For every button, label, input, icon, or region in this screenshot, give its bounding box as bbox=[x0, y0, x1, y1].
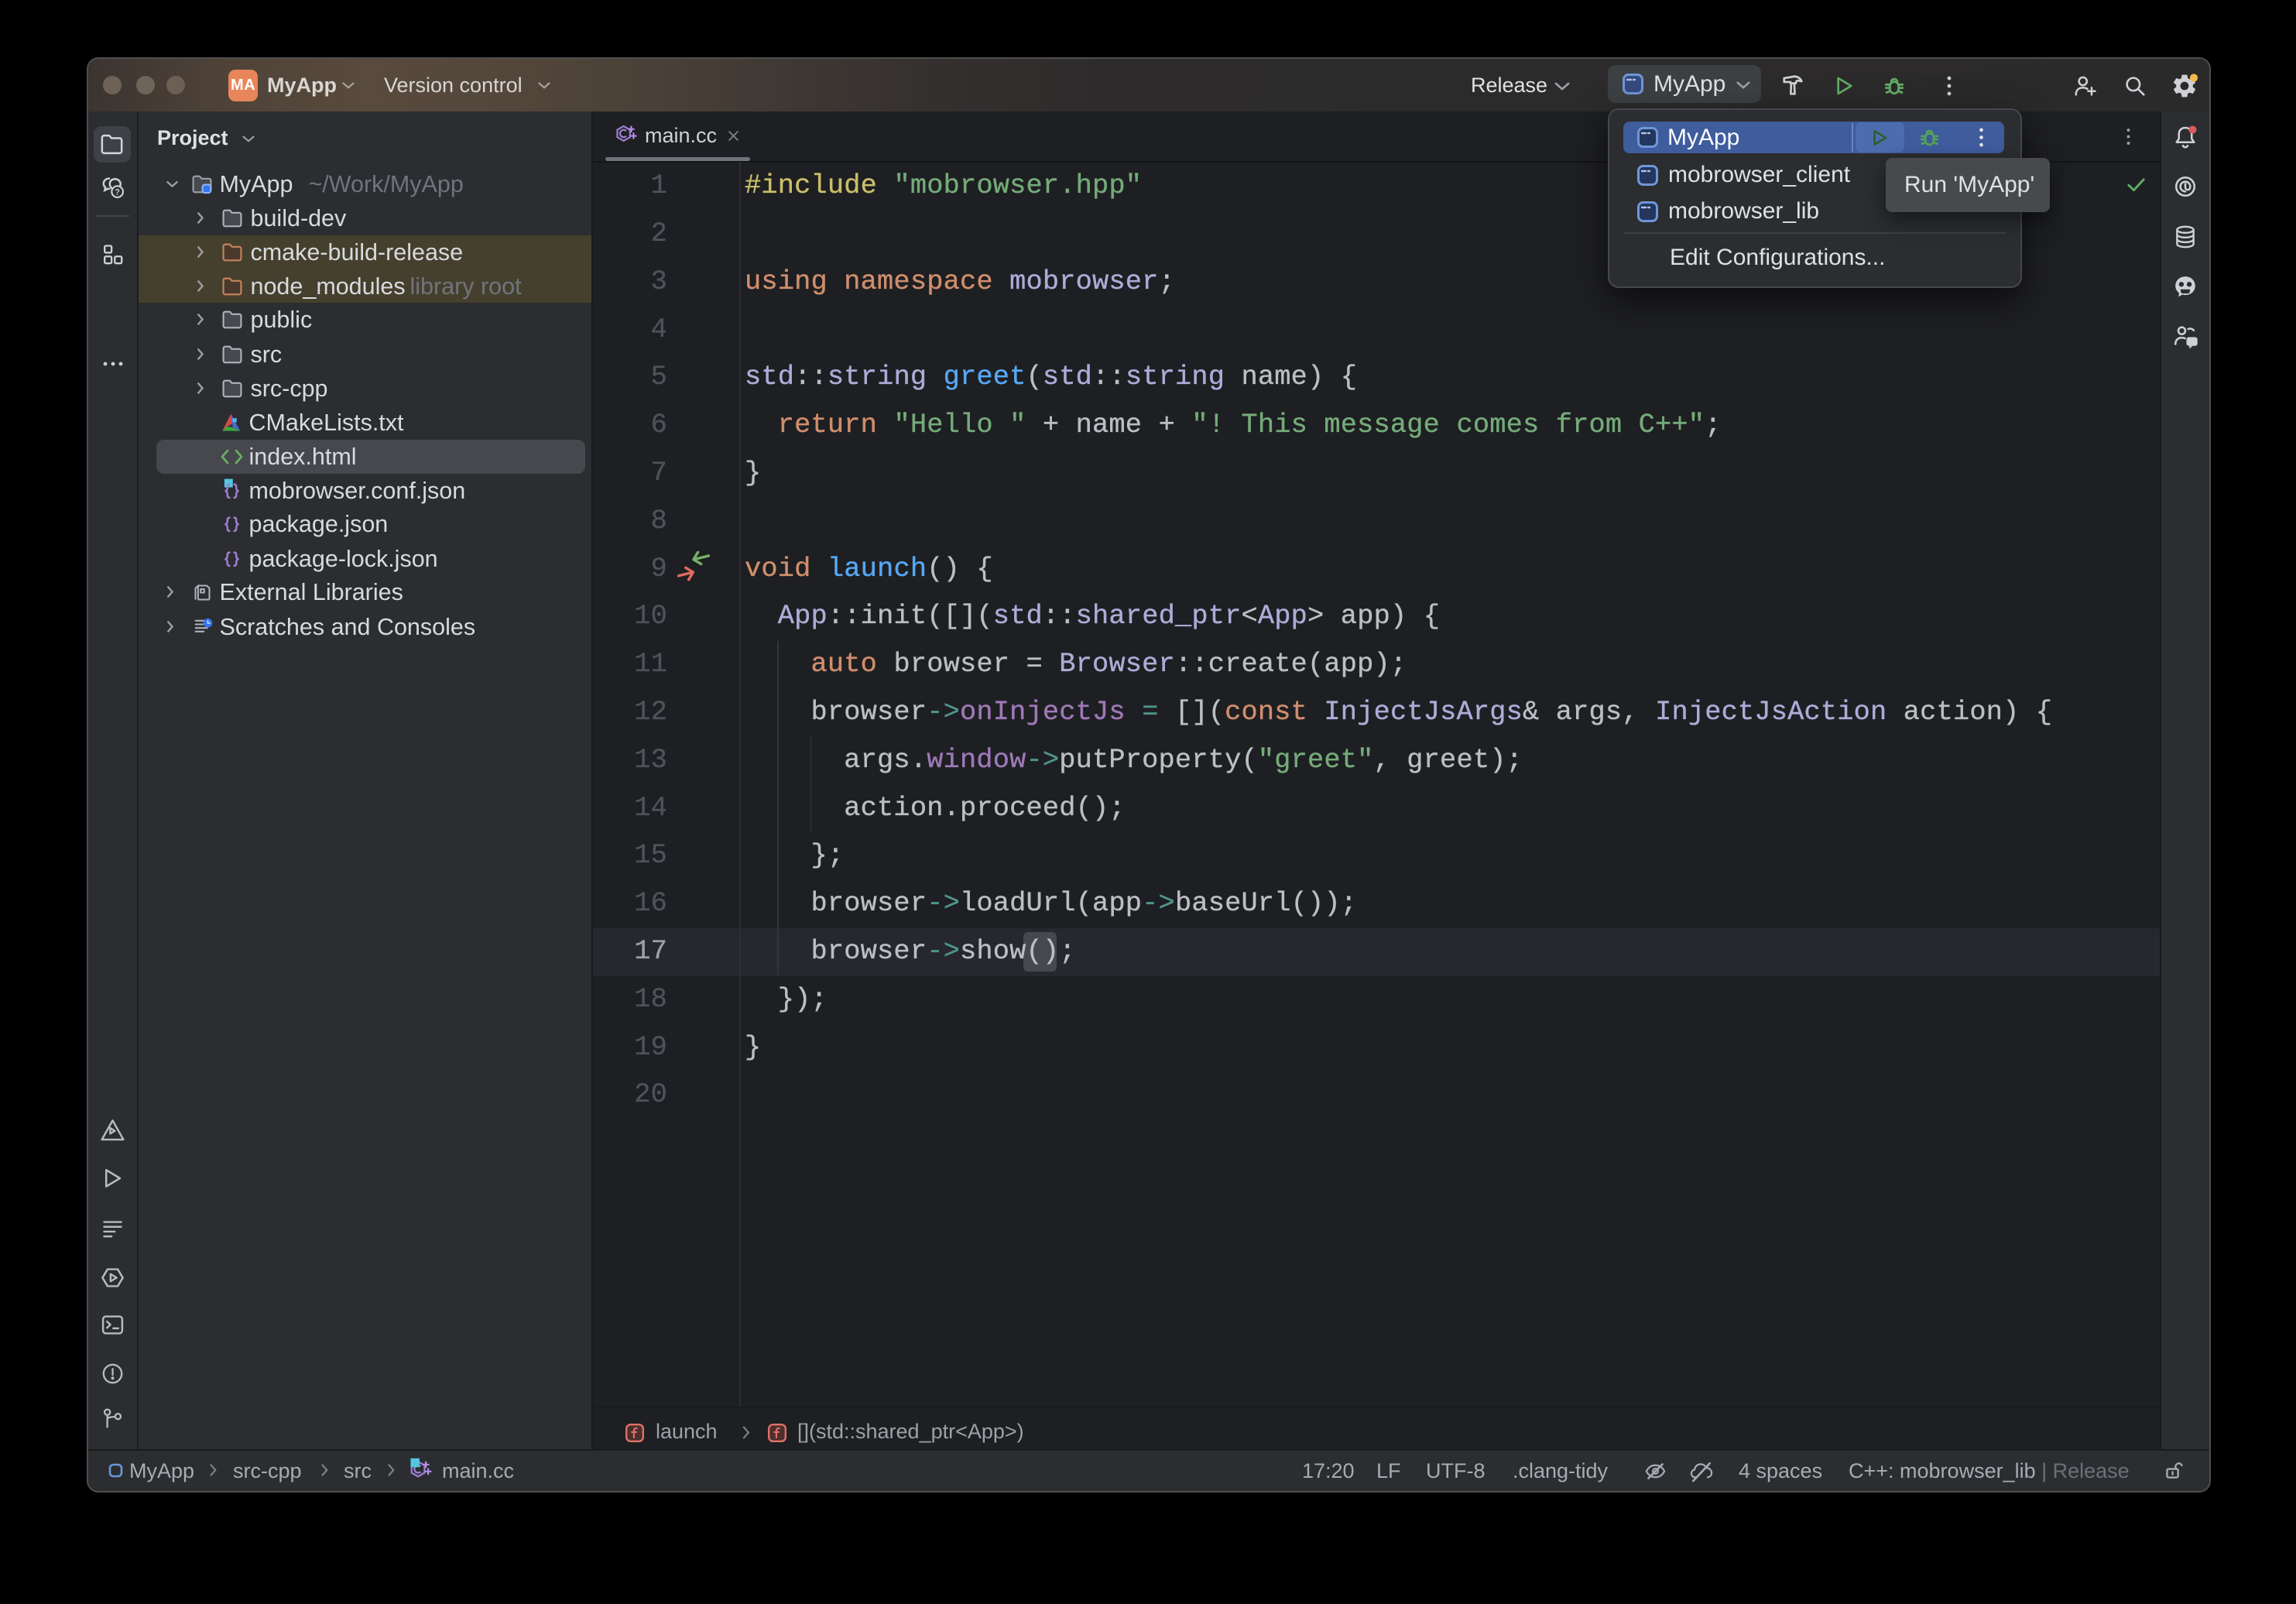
svg-text:?: ? bbox=[115, 188, 120, 197]
